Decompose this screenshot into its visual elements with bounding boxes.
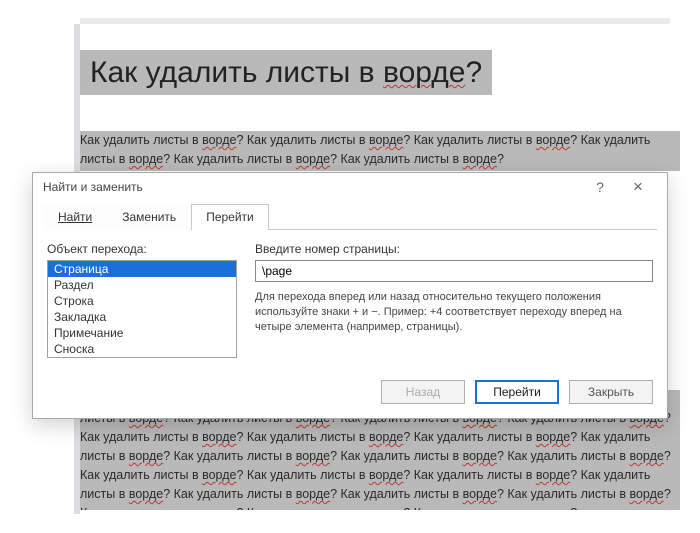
dialog-body: Объект перехода: СтраницаРазделСтрокаЗак… <box>33 230 667 372</box>
goto-object-label: Объект перехода: <box>47 242 237 256</box>
tab-replace[interactable]: Заменить <box>107 204 191 230</box>
goto-object-column: Объект перехода: СтраницаРазделСтрокаЗак… <box>47 242 237 358</box>
listbox-item[interactable]: Раздел <box>48 277 236 293</box>
close-button[interactable]: Закрыть <box>569 380 653 404</box>
goto-object-listbox[interactable]: СтраницаРазделСтрокаЗакладкаПримечаниеСн… <box>47 260 237 358</box>
goto-page-input[interactable] <box>255 260 653 282</box>
dialog-titlebar: Найти и заменить ? × <box>33 173 667 201</box>
tab-find[interactable]: Найти <box>43 204 107 230</box>
listbox-item[interactable]: Строка <box>48 293 236 309</box>
goto-input-label: Введите номер страницы: <box>255 242 653 256</box>
dialog-title: Найти и заменить <box>43 180 143 194</box>
goto-hint-text: Для перехода вперед или назад относитель… <box>255 290 653 335</box>
dialog-help-button[interactable]: ? <box>581 173 619 201</box>
dialog-close-button[interactable]: × <box>619 173 657 201</box>
word-document-view: Как удалить листы в ворде? Как удалить л… <box>0 0 700 533</box>
dialog-button-row: Назад Перейти Закрыть <box>33 372 667 418</box>
listbox-item[interactable]: Закладка <box>48 309 236 325</box>
find-replace-dialog: Найти и заменить ? × Найти Заменить Пере… <box>32 172 668 419</box>
listbox-item[interactable]: Сноска <box>48 341 236 357</box>
document-title: Как удалить листы в ворде? <box>80 50 492 95</box>
listbox-item[interactable]: Страница <box>48 261 236 277</box>
tab-goto[interactable]: Перейти <box>191 204 269 230</box>
document-body-top: Как удалить листы в ворде? Как удалить л… <box>80 131 680 171</box>
dialog-tabs: Найти Заменить Перейти <box>43 203 657 230</box>
go-button[interactable]: Перейти <box>475 380 559 404</box>
goto-input-column: Введите номер страницы: Для перехода впе… <box>255 242 653 358</box>
back-button[interactable]: Назад <box>381 380 465 404</box>
listbox-item[interactable]: Примечание <box>48 325 236 341</box>
